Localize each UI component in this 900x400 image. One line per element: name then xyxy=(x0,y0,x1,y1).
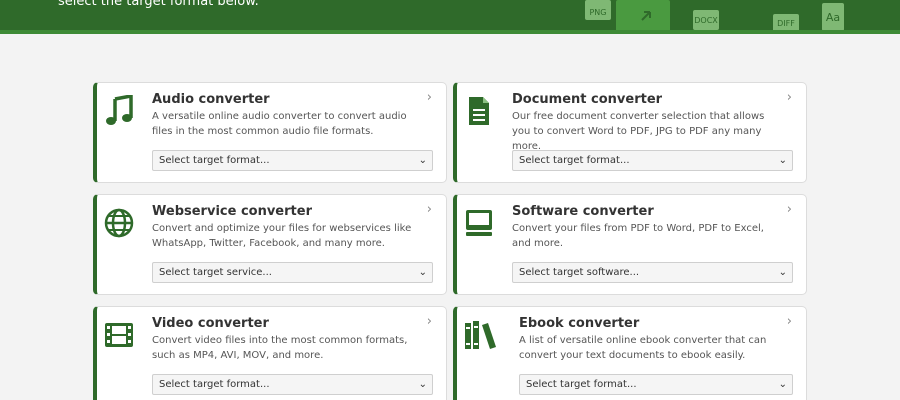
webservice-target-service-select[interactable]: Select target service... ⌄ xyxy=(152,262,433,283)
card-title[interactable]: Software converter xyxy=(512,204,654,219)
card-description: A versatile online audio converter to co… xyxy=(152,111,407,137)
card-description: Convert and optimize your files for webs… xyxy=(152,223,412,249)
card-title[interactable]: Video converter xyxy=(152,316,269,331)
card-title[interactable]: Document converter xyxy=(512,92,662,107)
card-description: Our free document converter selection th… xyxy=(512,111,765,152)
document-converter-card[interactable]: Document converter Our free document con… xyxy=(453,82,807,183)
ebook-target-format-select[interactable]: Select target format... ⌄ xyxy=(519,374,793,395)
chevron-down-icon: ⌄ xyxy=(778,267,787,278)
card-description: Convert video files into the most common… xyxy=(152,335,408,361)
software-converter-card[interactable]: Software converter Convert your files fr… xyxy=(453,194,807,295)
card-title[interactable]: Webservice converter xyxy=(152,204,312,219)
card-description: Convert your files from PDF to Word, PDF… xyxy=(512,223,764,249)
chevron-down-icon: ⌄ xyxy=(778,155,787,166)
globe-icon xyxy=(103,207,135,239)
chevron-down-icon: ⌄ xyxy=(418,267,427,278)
document-icon xyxy=(463,95,495,127)
audio-target-format-select[interactable]: Select target format... ⌄ xyxy=(152,150,433,171)
chevron-right-icon[interactable]: › xyxy=(427,90,432,105)
video-target-format-select[interactable]: Select target format... ⌄ xyxy=(152,374,433,395)
chevron-right-icon[interactable]: › xyxy=(787,202,792,217)
convert-arrow-icon xyxy=(616,0,670,32)
chevron-down-icon: ⌄ xyxy=(778,379,787,390)
monitor-icon xyxy=(463,207,495,239)
font-file-icon: Aa xyxy=(822,3,844,31)
software-target-select[interactable]: Select target software... ⌄ xyxy=(512,262,793,283)
document-target-format-select[interactable]: Select target format... ⌄ xyxy=(512,150,793,171)
video-converter-card[interactable]: Video converter Convert video files into… xyxy=(93,306,447,400)
ebook-converter-card[interactable]: Ebook converter A list of versatile onli… xyxy=(453,306,807,400)
music-note-icon xyxy=(103,95,135,127)
header-subtitle: select the target format below. xyxy=(58,0,259,9)
chevron-down-icon: ⌄ xyxy=(418,379,427,390)
docx-file-icon: DOCX xyxy=(693,10,719,30)
webservice-converter-card[interactable]: Webservice converter Convert and optimiz… xyxy=(93,194,447,295)
audio-converter-card[interactable]: Audio converter A versatile online audio… xyxy=(93,82,447,183)
books-icon xyxy=(463,319,499,351)
chevron-right-icon[interactable]: › xyxy=(427,314,432,329)
chevron-down-icon: ⌄ xyxy=(418,155,427,166)
chevron-right-icon[interactable]: › xyxy=(427,202,432,217)
film-icon xyxy=(103,319,135,351)
card-title[interactable]: Ebook converter xyxy=(519,316,639,331)
png-file-icon: PNG xyxy=(585,0,611,20)
card-description: A list of versatile online ebook convert… xyxy=(519,335,767,361)
card-title[interactable]: Audio converter xyxy=(152,92,270,107)
chevron-right-icon[interactable]: › xyxy=(787,90,792,105)
header-accent-bar xyxy=(0,30,900,34)
page-header: select the target format below. PNG DOCX… xyxy=(0,0,900,34)
chevron-right-icon[interactable]: › xyxy=(787,314,792,329)
